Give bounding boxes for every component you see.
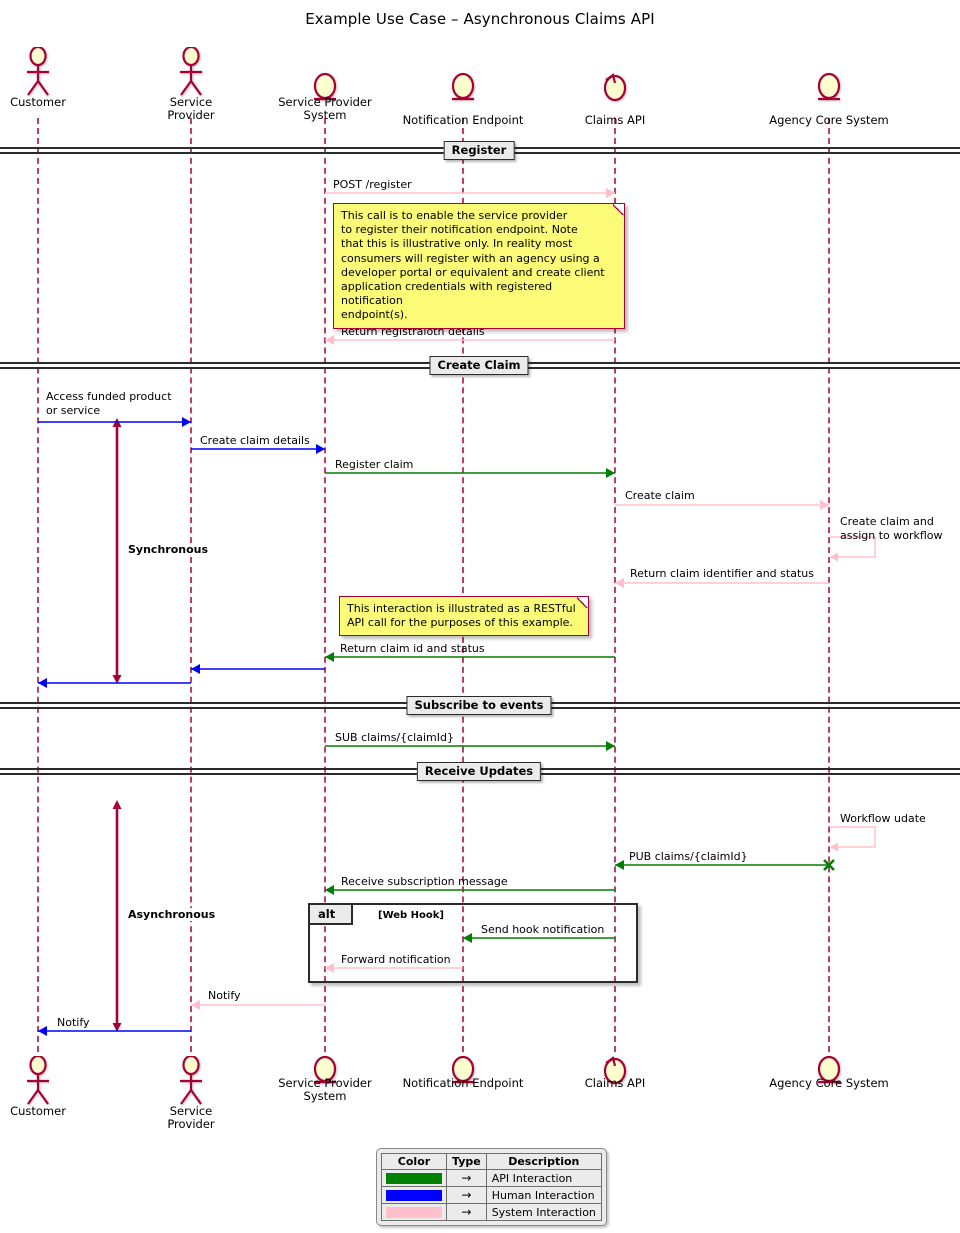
- participant-icon-notify: [451, 72, 475, 101]
- note-text-note1: This call is to enable the service provi…: [341, 209, 605, 322]
- participant-icon-claims: [603, 73, 627, 102]
- message-label-m18: Notify: [208, 989, 241, 1002]
- swatch-icon: [386, 1172, 442, 1184]
- divider-label-3: Receive Updates: [416, 762, 542, 781]
- legend-type-0: →: [446, 1169, 487, 1187]
- message-label-m7: Create claim and assign to workflow: [840, 515, 943, 542]
- divider-label-0: Register: [443, 141, 515, 160]
- message-label-m1: POST /register: [333, 178, 412, 191]
- note-text-note2: This interaction is illustrated as a RES…: [347, 602, 576, 630]
- sequence-diagram-canvas: Example Use Case – Asynchronous Claims A…: [0, 0, 960, 1233]
- participant-label-bottom-agency: Agency Core System: [769, 1076, 889, 1090]
- message-arrow-m10: [191, 664, 325, 674]
- note-fold-icon: [577, 596, 589, 608]
- message-arrow-m11: [38, 678, 191, 688]
- legend-header-1: Type: [446, 1153, 487, 1170]
- message-label-m4: Create claim details: [200, 434, 310, 447]
- lifeline-customer: [37, 118, 39, 1052]
- legend-description-2: System Interaction: [485, 1203, 602, 1221]
- participant-icon-agency: [817, 72, 841, 101]
- self-message-m13: [830, 826, 876, 852]
- participant-icon-customer: [27, 47, 49, 96]
- legend-row: → API Interaction: [381, 1169, 602, 1187]
- legend-box: Color Type Description → API Interaction → Hum…: [376, 1148, 607, 1226]
- participant-label-bottom-provider: Service Provider: [167, 1104, 215, 1131]
- note-note2: This interaction is illustrated as a RES…: [339, 596, 589, 637]
- alt-frame: [308, 903, 638, 983]
- participant-icon-bottom-customer: [27, 1056, 49, 1105]
- legend-header-0: Color: [381, 1153, 447, 1170]
- participant-icon-bottom-provider: [180, 1056, 202, 1105]
- message-label-m13: Workflow udate: [840, 812, 926, 825]
- duration-arrow-d1: [112, 418, 122, 684]
- alt-condition: [Web Hook]: [378, 910, 444, 921]
- legend-type-2: →: [446, 1203, 487, 1221]
- legend-color-swatch-1: [381, 1186, 447, 1204]
- message-label-m19: Notify: [57, 1016, 90, 1029]
- swatch-icon: [386, 1189, 442, 1201]
- legend-type-1: →: [446, 1186, 487, 1204]
- participant-icon-provider: [180, 47, 202, 96]
- message-label-m5: Register claim: [335, 458, 414, 471]
- message-label-m12: SUB claims/{claimId}: [335, 731, 454, 744]
- divider-label-1: Create Claim: [429, 356, 529, 375]
- note-fold-icon: [613, 203, 625, 215]
- legend-description-1: Human Interaction: [485, 1186, 602, 1204]
- legend-row: → System Interaction: [381, 1203, 602, 1221]
- message-label-m6: Create claim: [625, 489, 695, 502]
- participant-label-claims: Claims API: [584, 113, 646, 127]
- legend-table: Color Type Description → API Interaction → Hum…: [381, 1153, 602, 1221]
- legend-header-2: Description: [485, 1153, 602, 1170]
- divider-label-2: Subscribe to events: [406, 696, 552, 715]
- duration-arrow-d2: [112, 800, 122, 1032]
- legend-row: → Human Interaction: [381, 1186, 602, 1204]
- alt-keyword: alt: [310, 905, 354, 925]
- lost-message-marker-m14: [823, 859, 835, 871]
- participant-label-bottom-claims: Claims API: [584, 1076, 646, 1090]
- page-title: Example Use Case – Asynchronous Claims A…: [305, 10, 655, 28]
- legend-color-swatch-0: [381, 1169, 447, 1187]
- message-label-m14: PUB claims/{claimId}: [629, 850, 748, 863]
- message-label-m15: Receive subscription message: [341, 875, 508, 888]
- legend-color-swatch-2: [381, 1203, 447, 1221]
- participant-label-agency: Agency Core System: [769, 113, 889, 127]
- legend-header-row: Color Type Description: [381, 1153, 602, 1170]
- duration-label-d2: Asynchronous: [125, 908, 219, 921]
- swatch-icon: [386, 1206, 442, 1218]
- note-note1: This call is to enable the service provi…: [333, 203, 625, 329]
- message-label-m8: Return claim identifier and status: [630, 567, 814, 580]
- message-label-m9: Return claim id and status: [340, 642, 485, 655]
- duration-label-d1: Synchronous: [125, 543, 212, 556]
- legend-description-0: API Interaction: [485, 1169, 602, 1187]
- message-label-m3: Access funded product or service: [46, 390, 172, 417]
